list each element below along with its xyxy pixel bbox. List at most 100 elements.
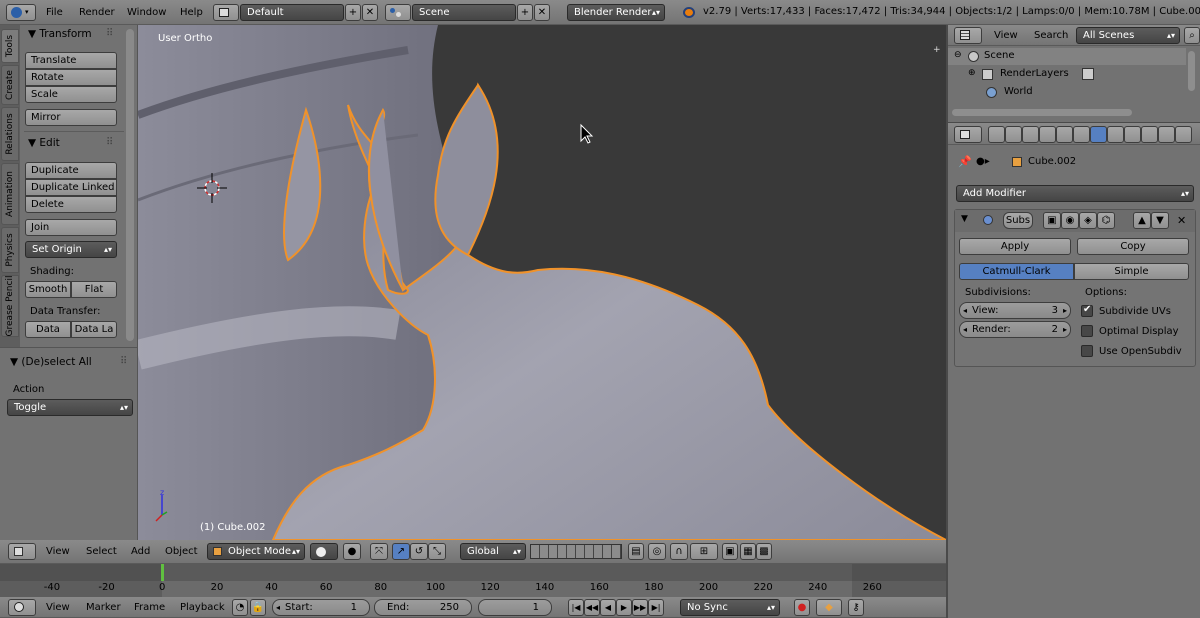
scene-field[interactable]: Scene xyxy=(412,4,516,21)
insert-keyframe-button[interactable]: ⚷ xyxy=(848,599,864,616)
texture-tab-icon[interactable] xyxy=(1141,126,1158,143)
render-engine-select[interactable]: Blender Render ▴▾ xyxy=(567,4,665,21)
prev-keyframe-button[interactable]: ◀◀ xyxy=(584,599,600,616)
operator-panel-header[interactable]: ▼ (De)select All xyxy=(10,356,92,368)
next-keyframe-button[interactable]: ▶▶ xyxy=(632,599,648,616)
jump-start-button[interactable]: |◀ xyxy=(568,599,584,616)
opengl-anim2-button[interactable]: ▩ xyxy=(756,543,772,560)
opengl-render-button[interactable]: ▣ xyxy=(722,543,738,560)
duplicate-button[interactable]: Duplicate xyxy=(25,162,117,179)
render-layers-tab-icon[interactable] xyxy=(1005,126,1022,143)
object-tab-icon[interactable] xyxy=(1056,126,1073,143)
scene-tab-icon[interactable] xyxy=(1022,126,1039,143)
tab-tools[interactable]: Tools xyxy=(1,29,19,63)
play-reverse-button[interactable]: ◀ xyxy=(600,599,616,616)
play-button[interactable]: ▶ xyxy=(616,599,632,616)
menu-frame[interactable]: Frame xyxy=(134,601,165,615)
drag-handle-icon[interactable]: ⠿ xyxy=(106,137,113,148)
flat-button[interactable]: Flat xyxy=(71,281,117,298)
scale-manipulator[interactable]: ⤡ xyxy=(428,543,446,560)
viewport-plus-icon[interactable]: + xyxy=(933,45,943,55)
sync-mode-select[interactable]: No Sync ▴▾ xyxy=(680,599,780,616)
tab-simple[interactable]: Simple xyxy=(1074,263,1189,280)
snap-toggle[interactable]: ∩ xyxy=(670,543,688,560)
tab-catmull-clark[interactable]: Catmull-Clark xyxy=(959,263,1074,280)
jump-end-button[interactable]: ▶| xyxy=(648,599,664,616)
delete-button[interactable]: Delete xyxy=(25,196,117,213)
menu-window[interactable]: Window xyxy=(127,6,166,20)
particles-tab-icon[interactable] xyxy=(1158,126,1175,143)
render-tab-icon[interactable] xyxy=(988,126,1005,143)
scene-layers[interactable] xyxy=(530,544,622,559)
modifier-name-field[interactable]: Subs xyxy=(1003,212,1033,229)
display-mode-select[interactable]: All Scenes ▴▾ xyxy=(1076,27,1180,44)
editor-type-button[interactable] xyxy=(954,27,982,44)
render-levels-field[interactable]: ◂ Render: 2 ▸ xyxy=(959,321,1071,338)
editor-type-button[interactable]: ▾ xyxy=(6,4,36,21)
lock-range-button[interactable]: 🔒 xyxy=(250,599,266,616)
show-cage-toggle[interactable]: ⌬ xyxy=(1097,212,1115,229)
material-tab-icon[interactable] xyxy=(1124,126,1141,143)
show-editmode-toggle[interactable]: ◈ xyxy=(1079,212,1097,229)
physics-tab-icon[interactable] xyxy=(1175,126,1192,143)
menu-file[interactable]: File xyxy=(46,6,63,20)
data-tab-icon[interactable] xyxy=(1107,126,1124,143)
expand-icon[interactable]: ⊕ xyxy=(968,68,976,78)
data-layout-button[interactable]: Data La xyxy=(71,321,117,338)
show-render-toggle[interactable]: ▣ xyxy=(1043,212,1061,229)
apply-button[interactable]: Apply xyxy=(959,238,1071,255)
constraints-tab-icon[interactable] xyxy=(1073,126,1090,143)
menu-object[interactable]: Object xyxy=(165,545,198,559)
tab-create[interactable]: Create xyxy=(1,65,19,105)
screen-layout-icon-button[interactable] xyxy=(213,4,239,21)
action-select[interactable]: Toggle ▴▾ xyxy=(7,399,133,416)
outliner-row-world[interactable]: World xyxy=(948,84,1186,101)
pin-icon[interactable]: 📌 xyxy=(958,155,972,168)
scene-icon-button[interactable] xyxy=(385,4,411,21)
show-viewport-toggle[interactable]: ◉ xyxy=(1061,212,1079,229)
duplicate-linked-button[interactable]: Duplicate Linked xyxy=(25,179,117,196)
screen-layout-field[interactable]: Default xyxy=(240,4,344,21)
remove-layout-button[interactable]: ✕ xyxy=(362,4,378,21)
data-transfer-button[interactable]: Data xyxy=(25,321,71,338)
proportional-edit-button[interactable]: ◎ xyxy=(648,543,666,560)
lock-layers-button[interactable]: ▤ xyxy=(628,543,644,560)
scale-button[interactable]: Scale xyxy=(25,86,117,103)
translate-button[interactable]: Translate xyxy=(25,52,117,69)
collapse-icon[interactable]: ⊖ xyxy=(954,50,962,60)
outliner-vscrollbar[interactable] xyxy=(1188,51,1195,91)
collapse-triangle-icon[interactable]: ▼ xyxy=(961,214,968,224)
mirror-button[interactable]: Mirror xyxy=(25,109,117,126)
manipulator-toggle[interactable]: ⤧ xyxy=(370,543,388,560)
render-layer-toggle-icon[interactable] xyxy=(1082,68,1094,80)
keying-set-select[interactable]: ◆ xyxy=(816,599,842,616)
opengl-anim-button[interactable]: ▦ xyxy=(740,543,756,560)
edit-panel-header[interactable]: ▼ Edit xyxy=(28,137,60,149)
menu-view[interactable]: View xyxy=(46,601,70,615)
shading-select[interactable] xyxy=(310,543,338,560)
tab-relations[interactable]: Relations xyxy=(1,107,19,161)
outliner-row-scene[interactable]: ⊖ Scene xyxy=(948,48,1186,65)
pivot-select[interactable]: ● xyxy=(343,543,361,560)
search-button[interactable]: ⌕ xyxy=(1184,27,1200,44)
view-levels-field[interactable]: ◂ View: 3 ▸ xyxy=(959,302,1071,319)
menu-view[interactable]: View xyxy=(994,29,1018,43)
rotate-button[interactable]: Rotate xyxy=(25,69,117,86)
preview-range-button[interactable]: ◔ xyxy=(232,599,248,616)
set-origin-select[interactable]: Set Origin ▴▾ xyxy=(25,241,117,258)
drag-handle-icon[interactable]: ⠿ xyxy=(120,356,127,367)
menu-search[interactable]: Search xyxy=(1034,29,1068,43)
current-frame-field[interactable]: 1 xyxy=(478,599,552,616)
orientation-select[interactable]: Global ▴▾ xyxy=(460,543,526,560)
menu-view[interactable]: View xyxy=(46,545,70,559)
outliner-hscrollbar[interactable] xyxy=(952,109,1132,116)
add-modifier-select[interactable]: Add Modifier ▴▾ xyxy=(956,185,1194,202)
modifiers-tab-icon[interactable] xyxy=(1090,126,1107,143)
add-scene-button[interactable]: + xyxy=(517,4,533,21)
editor-type-button[interactable] xyxy=(8,543,36,560)
current-frame-indicator[interactable] xyxy=(161,564,164,581)
move-down-button[interactable]: ▼ xyxy=(1151,212,1169,229)
tab-animation[interactable]: Animation xyxy=(1,163,19,225)
close-icon[interactable]: ✕ xyxy=(1177,214,1186,227)
timeline-area[interactable]: -40 -20 0 20 40 60 80 100 120 140 160 180 200 220 240 2… xyxy=(0,564,946,597)
